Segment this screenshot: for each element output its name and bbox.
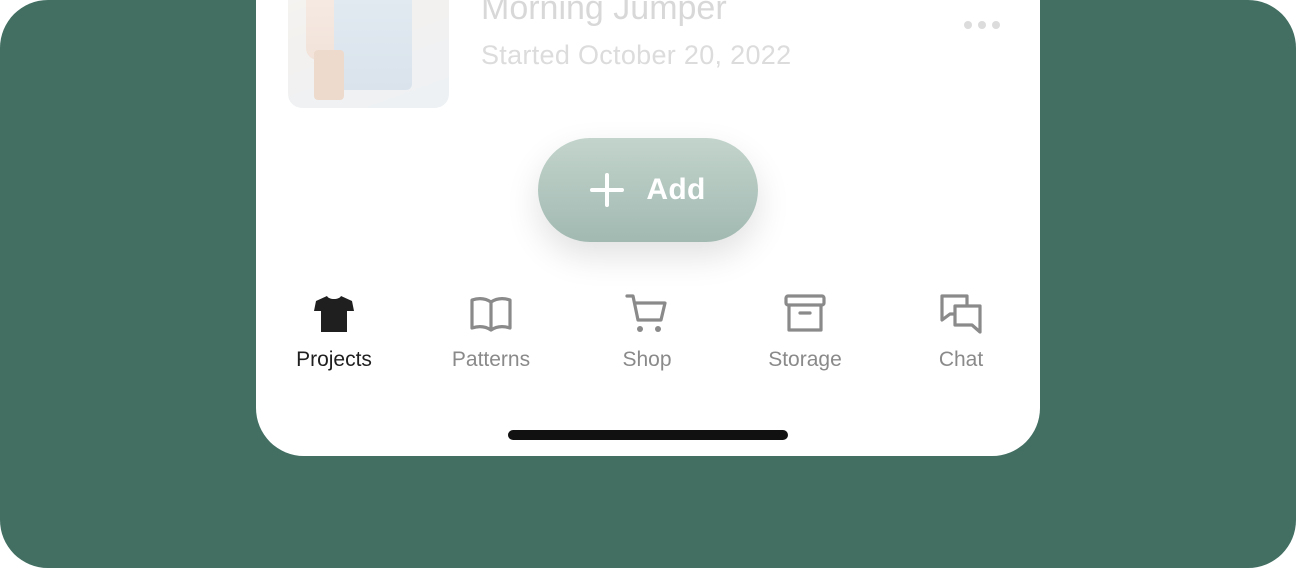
tab-storage-label: Storage [768,348,842,371]
home-indicator [508,430,788,440]
tab-shop-label: Shop [622,348,672,371]
tab-bar: Projects Patterns Shop Storage Chat [256,290,1040,380]
tab-projects[interactable]: Projects [256,290,412,380]
project-start-date: Started October 20, 2022 [481,40,792,70]
book-icon [470,297,512,332]
more-horizontal-icon[interactable] [964,21,1000,29]
tab-storage[interactable]: Storage [727,290,883,380]
chat-icon [940,294,982,334]
more-dot [978,21,986,29]
tshirt-icon [314,296,354,332]
thumbnail-bag [314,50,344,100]
cart-icon [625,294,667,332]
project-title[interactable]: Morning Jumper [481,0,727,28]
more-dot [964,21,972,29]
thumbnail-jeans [334,0,412,90]
tab-projects-label: Projects [296,348,372,371]
phone-screen: Morning Jumper Started October 20, 2022 … [256,0,1040,456]
add-button-label: Add [646,173,706,206]
tab-shop[interactable]: Shop [569,290,725,380]
archive-icon [784,294,826,332]
add-button[interactable]: Add [538,138,758,242]
project-thumbnail[interactable] [288,0,449,108]
app-frame: Morning Jumper Started October 20, 2022 … [0,0,1296,568]
tab-patterns[interactable]: Patterns [413,290,569,380]
more-dot [992,21,1000,29]
tab-chat[interactable]: Chat [883,290,1039,380]
tab-patterns-label: Patterns [451,348,531,371]
plus-icon [590,173,625,207]
tab-chat-label: Chat [938,348,984,371]
